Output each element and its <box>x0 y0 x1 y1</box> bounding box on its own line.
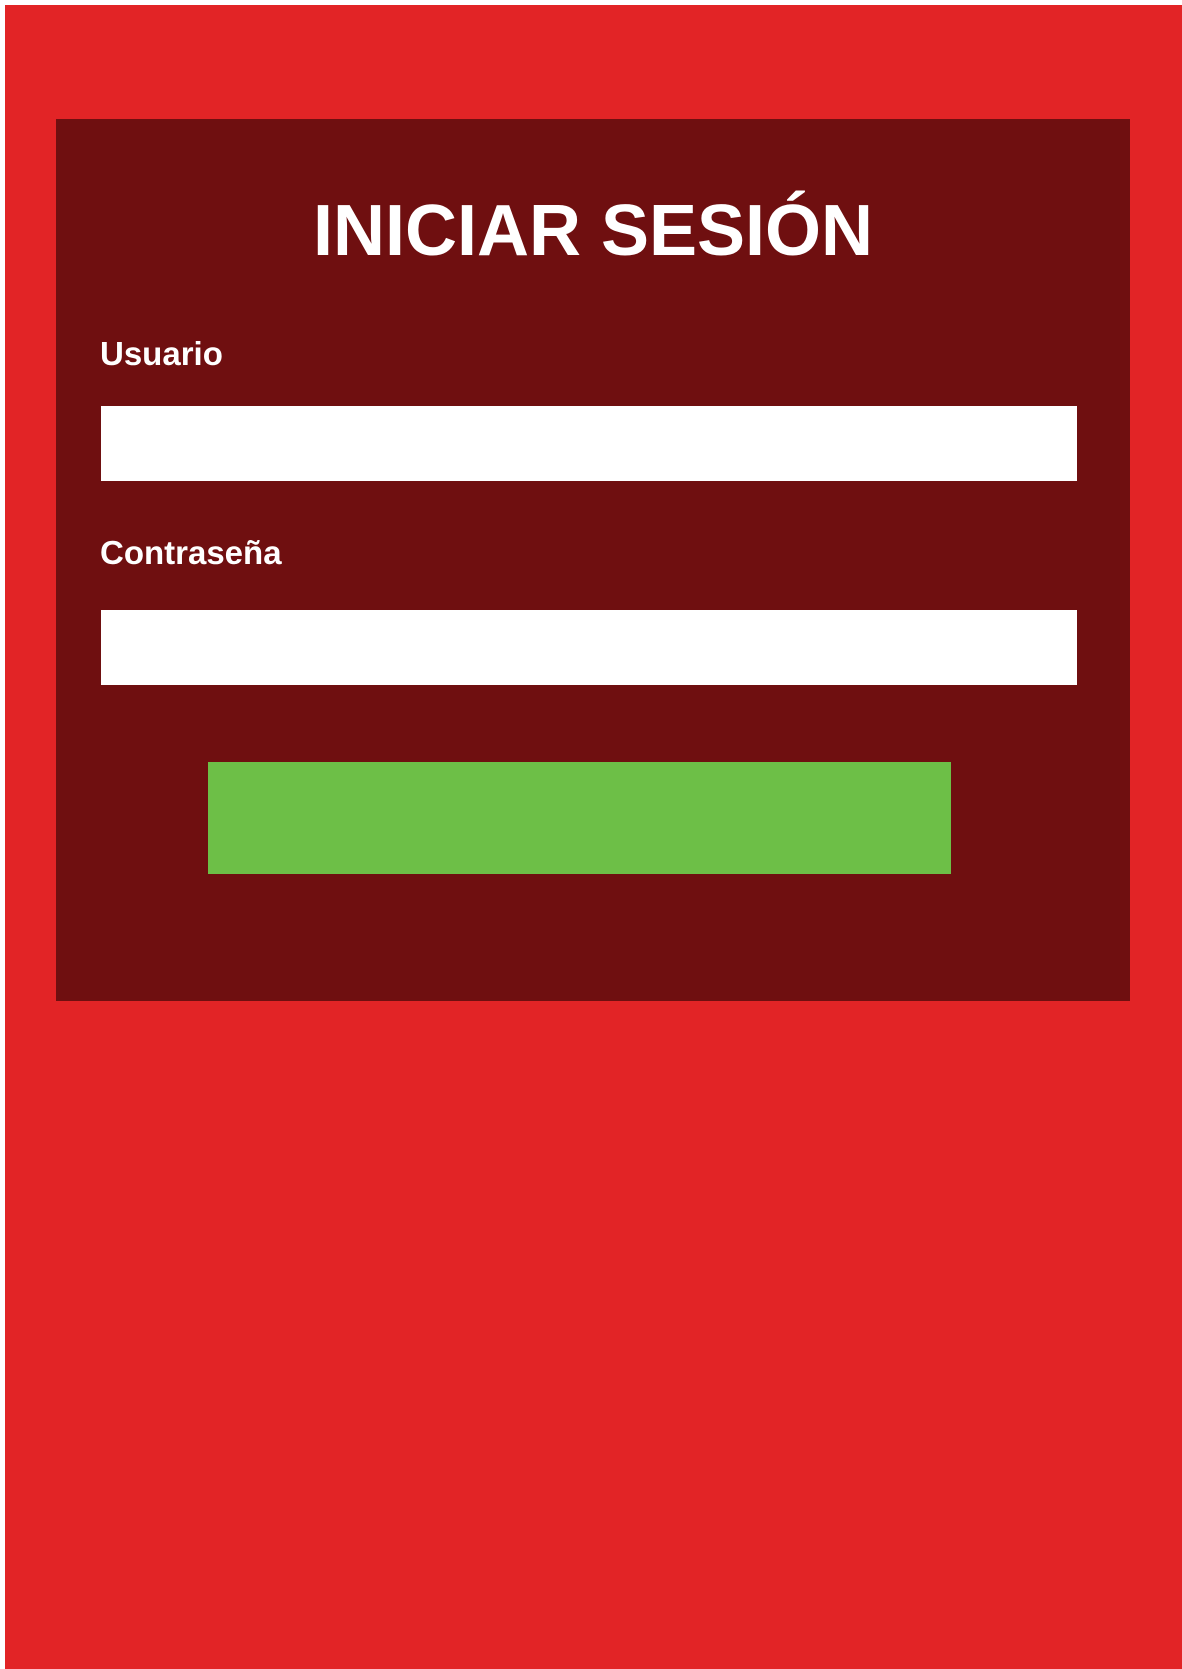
password-label: Contraseña <box>100 534 282 571</box>
login-button[interactable] <box>208 762 951 874</box>
username-input[interactable] <box>101 406 1077 481</box>
login-panel: INICIAR SESIÓN Usuario Contraseña <box>56 119 1130 1001</box>
login-page: INICIAR SESIÓN Usuario Contraseña <box>5 5 1182 1669</box>
username-label: Usuario <box>100 335 223 372</box>
login-title: INICIAR SESIÓN <box>312 191 874 271</box>
password-input[interactable] <box>101 610 1077 685</box>
